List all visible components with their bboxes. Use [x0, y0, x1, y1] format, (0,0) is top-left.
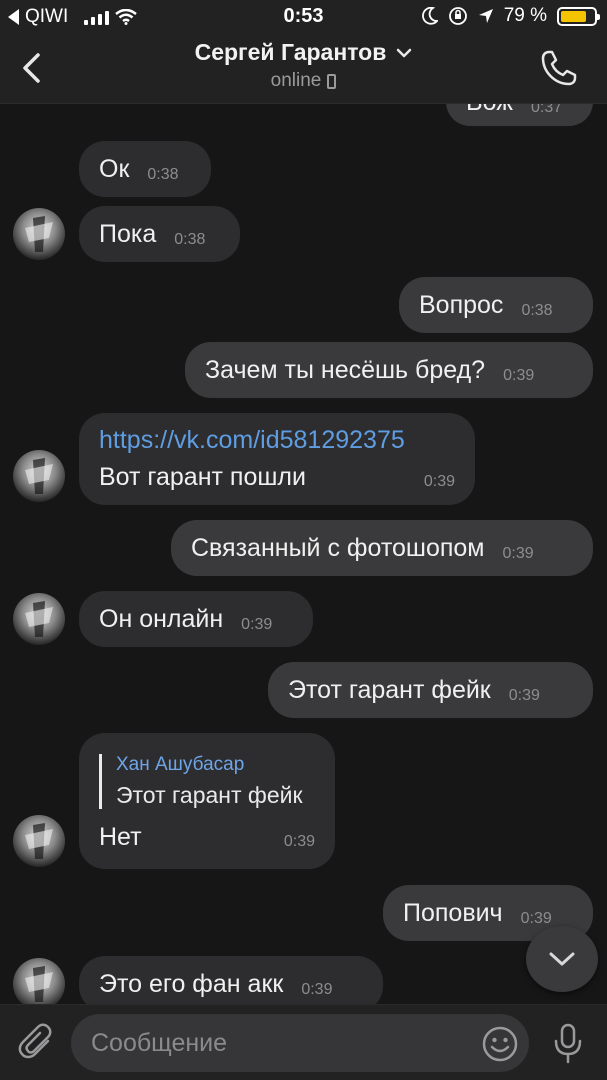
- message-text: Зачем ты несёшь бред?: [205, 355, 486, 384]
- message-incoming[interactable]: Пока 0:38: [79, 206, 240, 262]
- message-text: Связанный с фотошопом: [191, 533, 485, 562]
- avatar[interactable]: [13, 958, 65, 1004]
- status-right: 79 %: [421, 5, 600, 27]
- message-text: Нет: [99, 823, 142, 851]
- avatar[interactable]: [13, 450, 65, 502]
- message-text: Это его фан акк: [99, 969, 284, 998]
- message-time: 0:39: [503, 367, 535, 384]
- contact-name-row[interactable]: Сергей Гарантов: [195, 39, 413, 66]
- message-outgoing[interactable]: Вож 0:37: [446, 104, 593, 126]
- status-bar: QIWI 0:53 79 %: [0, 0, 607, 34]
- message-text: Попович: [403, 898, 503, 927]
- reply-author: Хан Ашубасар: [116, 754, 245, 775]
- contact-status: online: [271, 70, 337, 92]
- message-text: Ок: [99, 154, 130, 183]
- avatar[interactable]: [13, 815, 65, 867]
- message-text: Вот гарант пошли: [99, 463, 306, 491]
- location-icon: [478, 9, 493, 23]
- message-time: 0:39: [508, 687, 540, 704]
- attach-button[interactable]: [18, 1023, 56, 1063]
- chat-title-area[interactable]: Сергей Гарантов online: [0, 39, 607, 92]
- message-outgoing[interactable]: Этот гарант фейк 0:39: [268, 662, 593, 718]
- message-input[interactable]: [71, 1014, 529, 1072]
- message-time: 0:37: [531, 104, 563, 116]
- message-outgoing[interactable]: Зачем ты несёшь бред? 0:39: [185, 342, 593, 398]
- chevron-down-icon: [397, 48, 412, 57]
- message-time: 0:39: [502, 545, 534, 562]
- contact-status-text: online: [270, 70, 322, 91]
- message-time: 0:39: [283, 832, 315, 850]
- reply-text: Этот гарант фейк: [116, 782, 303, 808]
- microphone-icon: [554, 1023, 582, 1064]
- message-outgoing[interactable]: Вопрос 0:38: [399, 277, 593, 333]
- message-incoming[interactable]: https://vk.com/id581292375 Вот гарант по…: [79, 413, 475, 505]
- message-list[interactable]: Вож 0:37 Ок 0:38 Пока 0:38 Вопрос 0:38 З…: [0, 104, 607, 1004]
- message-link[interactable]: https://vk.com/id581292375: [99, 426, 405, 455]
- emoji-button[interactable]: [482, 1026, 518, 1062]
- moon-icon: [421, 7, 438, 25]
- contact-name: Сергей Гарантов: [194, 39, 387, 65]
- reply-quote[interactable]: Хан Ашубасар Этот гарант фейк: [99, 754, 303, 809]
- message-composer: [0, 1004, 607, 1080]
- message-incoming[interactable]: Это его фан акк 0:39: [79, 956, 383, 1004]
- battery-percent: 79 %: [503, 5, 547, 26]
- message-text: Вож: [466, 104, 513, 117]
- message-incoming[interactable]: Он онлайн 0:39: [79, 591, 313, 647]
- call-button[interactable]: [539, 48, 579, 88]
- scroll-to-bottom-button[interactable]: [526, 926, 598, 992]
- voice-message-button[interactable]: [552, 1023, 584, 1065]
- chat-header: Сергей Гарантов online: [0, 34, 607, 104]
- message-time: 0:39: [520, 910, 552, 927]
- message-time: 0:39: [301, 981, 333, 998]
- phone-icon: [541, 50, 577, 86]
- message-time: 0:38: [174, 231, 206, 248]
- message-text: Этот гарант фейк: [288, 675, 491, 704]
- message-time: 0:38: [147, 166, 179, 183]
- rotation-lock-icon: [448, 7, 467, 25]
- battery-icon: [557, 6, 600, 26]
- message-incoming[interactable]: Ок 0:38: [79, 141, 211, 197]
- message-text: Пока: [99, 219, 157, 248]
- message-time: 0:38: [521, 302, 553, 319]
- message-time: 0:39: [423, 472, 455, 490]
- message-text: Вопрос: [419, 290, 504, 319]
- smiley-icon: [482, 1026, 518, 1062]
- message-time: 0:39: [241, 616, 273, 633]
- message-outgoing[interactable]: Связанный с фотошопом 0:39: [171, 520, 593, 576]
- chevron-down-icon: [549, 952, 575, 966]
- avatar[interactable]: [13, 593, 65, 645]
- message-incoming-reply[interactable]: Хан Ашубасар Этот гарант фейк Нет 0:39: [79, 733, 335, 869]
- message-text: Он онлайн: [99, 604, 224, 633]
- paperclip-icon: [18, 1023, 52, 1059]
- mobile-icon: [327, 73, 337, 89]
- avatar[interactable]: [13, 208, 65, 260]
